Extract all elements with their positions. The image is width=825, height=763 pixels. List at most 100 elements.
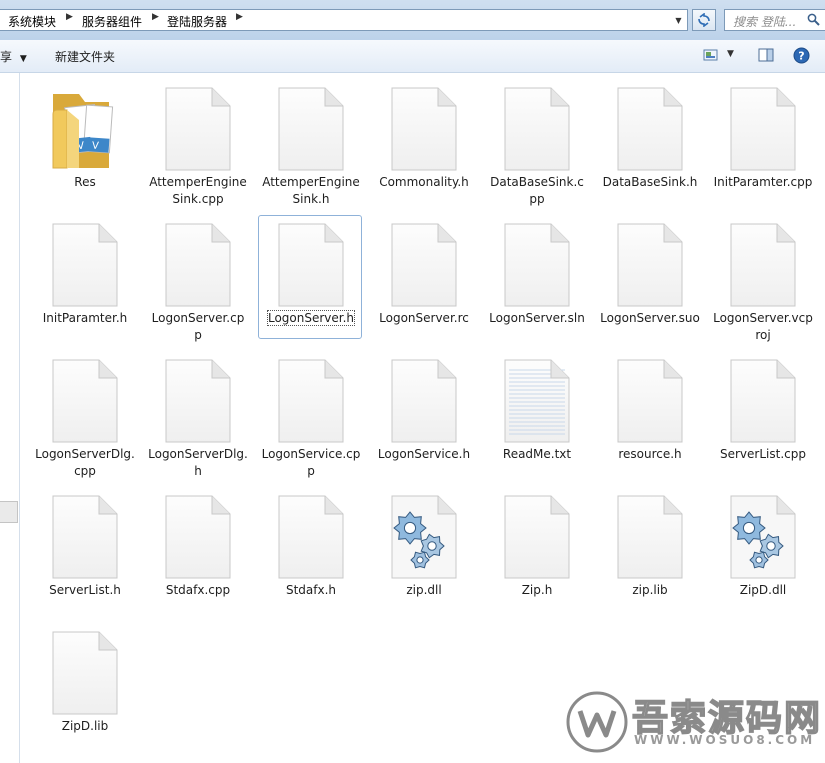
- file-item[interactable]: LogonServer.h: [258, 215, 362, 339]
- new-folder-button[interactable]: 新建文件夹: [55, 48, 115, 65]
- file-item[interactable]: Stdafx.h: [258, 487, 362, 611]
- document-icon: [503, 222, 571, 308]
- share-button[interactable]: 享 ▼: [0, 48, 27, 65]
- file-name-text: AttemperEngineSink.h: [262, 175, 360, 206]
- refresh-button[interactable]: [692, 9, 716, 31]
- file-name-text: InitParamter.h: [42, 311, 128, 325]
- text-document-icon: [503, 358, 571, 444]
- file-name: LogonService.cpp: [261, 446, 361, 480]
- document-icon: [503, 494, 571, 580]
- file-name: ZipD.lib: [35, 718, 135, 735]
- file-name: LogonServer.rc: [374, 310, 474, 327]
- file-item[interactable]: LogonServerDlg.h: [145, 351, 249, 478]
- breadcrumb-separator-icon[interactable]: ▶: [152, 12, 159, 22]
- file-name: InitParamter.cpp: [713, 174, 813, 191]
- file-item[interactable]: ZipD.lib: [32, 623, 136, 747]
- document-icon: [390, 86, 458, 172]
- breadcrumb-separator-icon[interactable]: ▶: [236, 12, 243, 22]
- file-item[interactable]: ServerList.cpp: [710, 351, 814, 475]
- file-item[interactable]: DataBaseSink.cpp: [484, 79, 588, 206]
- file-item[interactable]: Zip.h: [484, 487, 588, 611]
- file-name-text: ServerList.h: [49, 583, 121, 597]
- file-item[interactable]: LogonServer.rc: [371, 215, 475, 339]
- address-dropdown-icon[interactable]: ▼: [670, 10, 687, 30]
- file-name: LogonServer.h: [261, 310, 361, 327]
- document-icon: [277, 358, 345, 444]
- command-toolbar: 享 ▼ 新建文件夹 ▼ ?: [0, 40, 825, 73]
- file-item[interactable]: ZipD.dll: [710, 487, 814, 611]
- file-name-text: DataBaseSink.cpp: [490, 175, 584, 206]
- file-item[interactable]: AttemperEngineSink.cpp: [145, 79, 249, 206]
- file-name-text: Res: [74, 175, 96, 189]
- file-name: ReadMe.txt: [487, 446, 587, 463]
- help-button[interactable]: ?: [793, 47, 810, 67]
- file-name-text: Stdafx.cpp: [165, 583, 231, 597]
- file-item[interactable]: DataBaseSink.h: [597, 79, 701, 203]
- document-icon: [616, 86, 684, 172]
- search-input[interactable]: 搜索 登陆...: [724, 9, 825, 31]
- file-name-text: InitParamter.cpp: [713, 175, 813, 189]
- file-item[interactable]: LogonServer.suo: [597, 215, 701, 339]
- navigation-selected-item[interactable]: [0, 501, 18, 523]
- file-item[interactable]: Commonality.h: [371, 79, 475, 203]
- file-name-text: LogonService.cpp: [261, 447, 361, 478]
- file-name: Stdafx.h: [261, 582, 361, 599]
- document-icon: [729, 358, 797, 444]
- file-name: ServerList.cpp: [713, 446, 813, 463]
- search-icon[interactable]: [807, 13, 820, 26]
- file-item[interactable]: LogonService.h: [371, 351, 475, 475]
- preview-pane-button[interactable]: [758, 47, 774, 66]
- view-dropdown-icon[interactable]: ▼: [727, 49, 734, 59]
- file-item[interactable]: Stdafx.cpp: [145, 487, 249, 611]
- file-item[interactable]: LogonServer.sln: [484, 215, 588, 339]
- file-item[interactable]: InitParamter.cpp: [710, 79, 814, 203]
- breadcrumb[interactable]: 系统模块 ▶ 服务器组件 ▶ 登陆服务器 ▶ ▼: [0, 9, 688, 31]
- breadcrumb-separator-icon[interactable]: ▶: [66, 12, 73, 22]
- watermark-logo-icon: [566, 691, 628, 753]
- document-icon: [164, 86, 232, 172]
- file-name: Stdafx.cpp: [148, 582, 248, 599]
- file-name-text: LogonServer.sln: [489, 311, 585, 325]
- svg-text:V: V: [92, 141, 100, 152]
- help-icon: ?: [793, 47, 810, 64]
- file-name: Res: [35, 174, 135, 191]
- file-item[interactable]: zip.dll: [371, 487, 475, 611]
- file-name-text: resource.h: [618, 447, 682, 461]
- preview-pane-icon: [758, 48, 774, 62]
- file-name-text: ZipD.lib: [61, 719, 109, 733]
- breadcrumb-item[interactable]: 系统模块: [8, 13, 56, 30]
- file-item[interactable]: ReadMe.txt: [484, 351, 588, 475]
- file-item[interactable]: LogonService.cpp: [258, 351, 362, 478]
- refresh-icon: [698, 13, 710, 27]
- file-name-text: Stdafx.h: [285, 583, 337, 597]
- breadcrumb-item[interactable]: 服务器组件: [82, 13, 142, 30]
- file-item[interactable]: InitParamter.h: [32, 215, 136, 339]
- file-list[interactable]: AVV Res AttemperEngineSink.cpp AttemperEngi…: [20, 73, 825, 763]
- file-item[interactable]: ServerList.h: [32, 487, 136, 611]
- file-item[interactable]: LogonServer.vcproj: [710, 215, 814, 342]
- document-icon: [51, 630, 119, 716]
- breadcrumb-item[interactable]: 登陆服务器: [167, 13, 227, 30]
- file-name-text: ZipD.dll: [739, 583, 787, 597]
- file-name: LogonServerDlg.h: [148, 446, 248, 480]
- file-name: AttemperEngineSink.h: [261, 174, 361, 208]
- navigation-pane[interactable]: [0, 73, 20, 763]
- file-item[interactable]: zip.lib: [597, 487, 701, 611]
- file-name-text: Zip.h: [521, 583, 553, 597]
- file-item[interactable]: AttemperEngineSink.h: [258, 79, 362, 206]
- folder-icon: AVV: [49, 80, 117, 169]
- file-item[interactable]: LogonServer.cpp: [145, 215, 249, 342]
- watermark-url: WWW.WOSUO8.COM: [634, 733, 816, 747]
- change-view-button[interactable]: [703, 47, 719, 66]
- file-name-text: LogonServer.cpp: [151, 311, 245, 342]
- file-name: zip.dll: [374, 582, 474, 599]
- file-name: LogonServer.suo: [600, 310, 700, 327]
- file-item[interactable]: resource.h: [597, 351, 701, 475]
- document-icon: [616, 222, 684, 308]
- file-item[interactable]: LogonServerDlg.cpp: [32, 351, 136, 478]
- file-name-text: DataBaseSink.h: [602, 175, 698, 189]
- file-name: ZipD.dll: [713, 582, 813, 599]
- file-name-text: LogonServer.vcproj: [713, 311, 813, 342]
- document-icon: [164, 494, 232, 580]
- file-item[interactable]: AVV Res: [32, 79, 136, 203]
